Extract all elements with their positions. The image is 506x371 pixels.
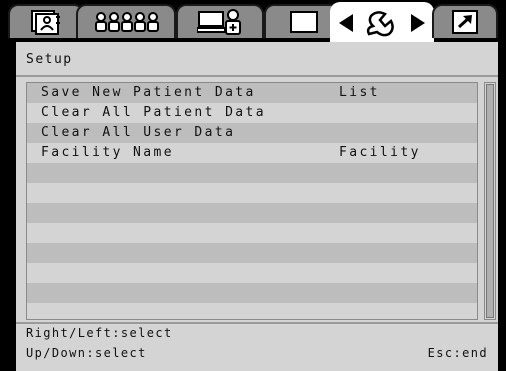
tab-user[interactable] xyxy=(176,4,264,38)
empty-row xyxy=(27,283,477,303)
settings-row-clear-all-user-data[interactable]: Clear All User Data xyxy=(27,123,477,143)
tab-settings[interactable] xyxy=(330,2,434,42)
hint-up-down: Up/Down:select xyxy=(26,346,147,360)
scrollbar[interactable] xyxy=(484,82,496,320)
page-title: Setup xyxy=(26,52,73,67)
patient-list-icon xyxy=(95,12,159,32)
setup-screen: Setup Save New Patient Data List Clear A… xyxy=(0,0,506,371)
setting-label: Clear All Patient Data xyxy=(41,105,266,120)
setting-value: Facility xyxy=(339,145,421,160)
settings-row-facility-name[interactable]: Facility Name Facility xyxy=(27,143,477,163)
hint-escape: Esc:end xyxy=(427,346,488,360)
tab-export[interactable] xyxy=(432,4,498,38)
wrench-settings-icon xyxy=(339,11,425,37)
tab-patient-record[interactable] xyxy=(8,4,84,38)
empty-row xyxy=(27,223,477,243)
empty-row xyxy=(27,243,477,263)
empty-row xyxy=(27,163,477,183)
empty-row xyxy=(27,183,477,203)
setting-label: Save New Patient Data xyxy=(41,85,256,100)
blank-screen-icon xyxy=(290,11,318,33)
divider xyxy=(16,322,498,324)
arrow-right-icon xyxy=(411,14,425,32)
empty-row xyxy=(27,203,477,223)
divider xyxy=(16,75,498,77)
settings-row-save-new-patient-data[interactable]: Save New Patient Data List xyxy=(27,83,477,103)
arrow-left-icon xyxy=(339,14,353,32)
scrollbar-thumb[interactable] xyxy=(486,84,494,318)
setting-value: List xyxy=(339,85,380,100)
setting-label: Facility Name xyxy=(41,145,174,160)
tab-bar xyxy=(0,0,506,42)
empty-row xyxy=(27,263,477,283)
setup-panel: Setup Save New Patient Data List Clear A… xyxy=(16,42,498,371)
setting-label: Clear All User Data xyxy=(41,125,236,140)
empty-row xyxy=(27,303,477,319)
tab-patient-list[interactable] xyxy=(76,4,176,38)
patient-record-icon xyxy=(31,10,60,35)
settings-row-clear-all-patient-data[interactable]: Clear All Patient Data xyxy=(27,103,477,123)
export-arrow-icon xyxy=(452,10,478,34)
user-computer-icon xyxy=(197,9,241,35)
settings-list: Save New Patient Data List Clear All Pat… xyxy=(26,82,478,320)
hint-right-left: Right/Left:select xyxy=(26,326,173,340)
